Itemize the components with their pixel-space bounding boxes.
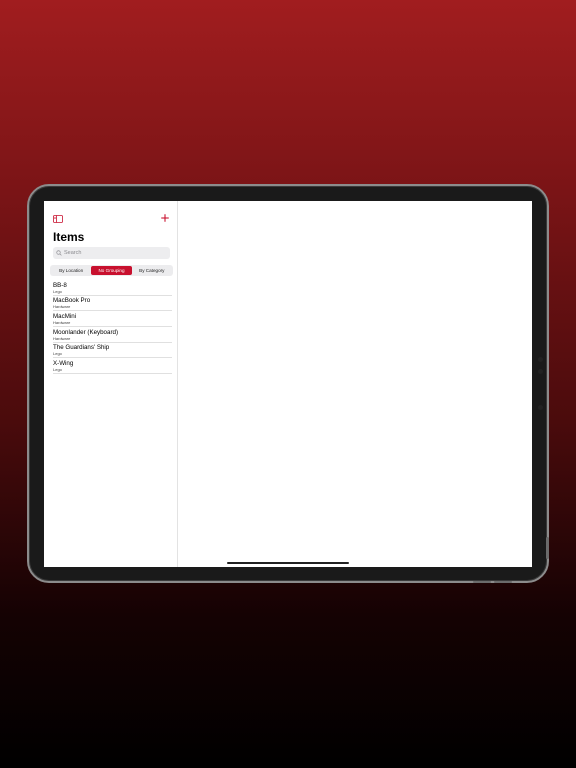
page-title: Items bbox=[53, 230, 85, 244]
list-item[interactable]: The Guardians' Ship Lego bbox=[53, 343, 172, 359]
item-title: MacMini bbox=[53, 312, 77, 320]
item-title: X-Wing bbox=[53, 359, 74, 367]
list-item[interactable]: Moonlander (Keyboard) Hardware bbox=[53, 327, 172, 343]
top-button-2 bbox=[494, 581, 512, 583]
segment-by-category[interactable]: By Category bbox=[132, 266, 172, 275]
search-icon bbox=[56, 250, 62, 256]
item-subtitle: Lego bbox=[53, 366, 62, 372]
plus-icon[interactable] bbox=[160, 212, 170, 224]
segment-no-grouping[interactable]: No Grouping bbox=[91, 266, 132, 275]
list-item[interactable]: X-Wing Lego bbox=[53, 358, 172, 375]
sensor-dot bbox=[538, 357, 543, 362]
detail-pane bbox=[178, 201, 532, 567]
search-input[interactable]: Search bbox=[53, 247, 170, 259]
search-placeholder: Search bbox=[64, 250, 82, 256]
item-subtitle: Hardware bbox=[53, 319, 71, 325]
item-subtitle: Lego bbox=[53, 288, 62, 294]
item-subtitle: Hardware bbox=[53, 335, 71, 341]
segment-by-location[interactable]: By Location bbox=[51, 266, 91, 275]
item-subtitle: Lego bbox=[53, 351, 62, 357]
sensor-dot bbox=[538, 369, 543, 374]
list-item[interactable]: BB-8 Lego bbox=[53, 280, 172, 296]
sidebar-toggle-icon[interactable] bbox=[53, 215, 63, 223]
sidebar: Items Search By Location No Grouping By … bbox=[44, 201, 178, 567]
grouping-segmented-control: By Location No Grouping By Category bbox=[50, 265, 173, 276]
item-title: MacBook Pro bbox=[53, 297, 91, 305]
item-title: The Guardians' Ship bbox=[53, 344, 110, 352]
list-item[interactable]: MacMini Hardware bbox=[53, 311, 172, 328]
home-indicator[interactable] bbox=[227, 562, 349, 564]
item-title: BB-8 bbox=[53, 281, 67, 289]
list-item[interactable]: MacBook Pro Hardware bbox=[53, 296, 172, 312]
item-title: Moonlander (Keyboard) bbox=[53, 328, 119, 336]
top-button bbox=[473, 581, 491, 583]
item-list: BB-8 Lego MacBook Pro Hardware MacMini H… bbox=[53, 280, 172, 375]
volume-button bbox=[546, 537, 549, 559]
ipad-screen: 9:22 AM Fri Jun 9 ••• 100% Items bbox=[44, 201, 532, 567]
item-subtitle: Hardware bbox=[53, 304, 71, 310]
sensor-dot bbox=[538, 405, 543, 410]
